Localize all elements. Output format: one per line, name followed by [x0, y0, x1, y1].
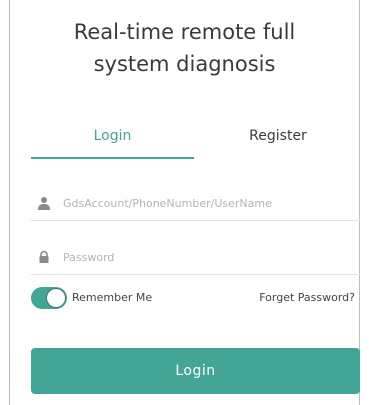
remember-me-label[interactable]: Remember Me: [72, 290, 152, 306]
account-field[interactable]: [31, 186, 360, 221]
title-line-1: Real-time remote full: [73, 20, 296, 44]
lock-icon: [39, 250, 49, 263]
tab-login[interactable]: Login: [31, 122, 194, 150]
tab-register[interactable]: Register: [196, 122, 360, 150]
account-input[interactable]: [63, 192, 353, 214]
password-field[interactable]: [31, 240, 360, 275]
title-line-2: system diagnosis: [93, 52, 276, 76]
remember-me-toggle[interactable]: [31, 287, 67, 309]
page-title: Real-time remote full system diagnosis: [0, 16, 369, 80]
toggle-knob: [46, 288, 66, 308]
password-input[interactable]: [63, 246, 353, 268]
login-button[interactable]: Login: [31, 348, 360, 394]
active-tab-indicator: [31, 157, 194, 159]
user-icon: [38, 197, 50, 210]
forgot-password-link[interactable]: Forget Password?: [259, 290, 355, 306]
